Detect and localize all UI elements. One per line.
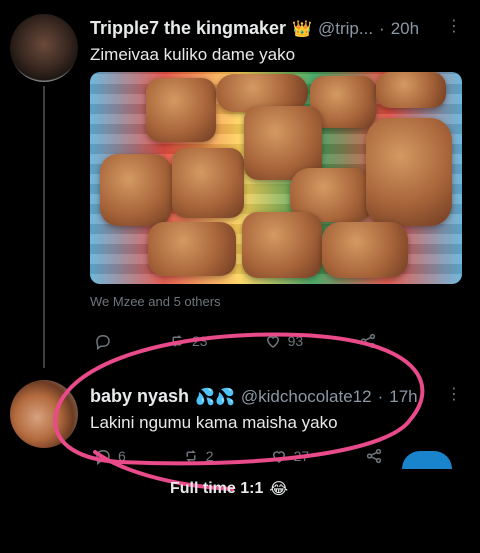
- tweet-header: Tripple7 the kingmaker 👑 @trip... · 20h: [90, 18, 419, 39]
- like-count: 93: [287, 333, 304, 349]
- baked-good: [366, 118, 452, 226]
- like-button[interactable]: 27: [270, 447, 310, 465]
- reply-button[interactable]: [94, 332, 112, 350]
- timestamp[interactable]: 20h: [391, 19, 419, 39]
- share-icon: [365, 447, 383, 465]
- liked-by[interactable]: We Mzee and 5 others: [90, 294, 221, 309]
- retweet-button[interactable]: 23: [168, 332, 208, 350]
- tweet-actions: 6 2 27: [94, 447, 383, 465]
- baked-good: [146, 78, 216, 142]
- tweet-actions: 23 93: [94, 332, 377, 350]
- thread-line: [43, 86, 45, 368]
- caption-text: Full time 1:1: [170, 480, 264, 497]
- display-name[interactable]: baby nyash: [90, 386, 189, 407]
- baked-good: [242, 212, 322, 278]
- droplets-emoji: 💦💦: [195, 388, 235, 406]
- handle[interactable]: @kidchocolate12: [241, 387, 372, 407]
- more-options-icon[interactable]: ⋮: [446, 384, 462, 404]
- retweet-icon: [168, 332, 186, 350]
- laughing-emoji: 😂: [269, 481, 289, 498]
- heart-icon: [270, 447, 288, 465]
- tweet-header: baby nyash 💦💦 @kidchocolate12 · 17h: [90, 386, 418, 407]
- share-icon: [359, 332, 377, 350]
- baked-good: [100, 154, 172, 226]
- caption: Full time 1:1 😂: [170, 479, 288, 499]
- retweet-icon: [182, 447, 200, 465]
- baked-good: [376, 72, 446, 108]
- avatar[interactable]: [10, 14, 78, 82]
- heart-icon: [264, 332, 282, 350]
- reply-icon: [94, 332, 112, 350]
- avatar[interactable]: [10, 380, 78, 448]
- separator-dot: ·: [377, 386, 384, 406]
- baked-good: [172, 148, 244, 218]
- crown-emoji: 👑: [292, 20, 312, 38]
- like-button[interactable]: 93: [264, 332, 304, 350]
- reply-icon: [94, 447, 112, 465]
- share-button[interactable]: [359, 332, 377, 350]
- baked-good: [148, 222, 236, 276]
- share-button[interactable]: [365, 447, 383, 465]
- display-name[interactable]: Tripple7 the kingmaker: [90, 18, 286, 39]
- more-options-icon[interactable]: ⋮: [446, 16, 462, 36]
- tweet-text: Zimeivaa kuliko dame yako: [90, 45, 296, 64]
- retweet-count: 2: [205, 448, 214, 464]
- like-count: 27: [293, 448, 310, 464]
- reply-button[interactable]: 6: [94, 447, 126, 465]
- separator-dot: ·: [379, 18, 385, 38]
- retweet-button[interactable]: 2: [182, 447, 214, 465]
- floating-action-button[interactable]: [402, 451, 452, 469]
- reply-count: 6: [118, 448, 126, 464]
- timestamp[interactable]: 17h: [389, 387, 417, 407]
- handle[interactable]: @trip...: [318, 19, 373, 39]
- retweet-count: 23: [192, 333, 208, 349]
- tweet-image[interactable]: [90, 72, 462, 284]
- tweet-text: Lakini ngumu kama maisha yako: [90, 413, 338, 432]
- baked-good: [322, 222, 408, 278]
